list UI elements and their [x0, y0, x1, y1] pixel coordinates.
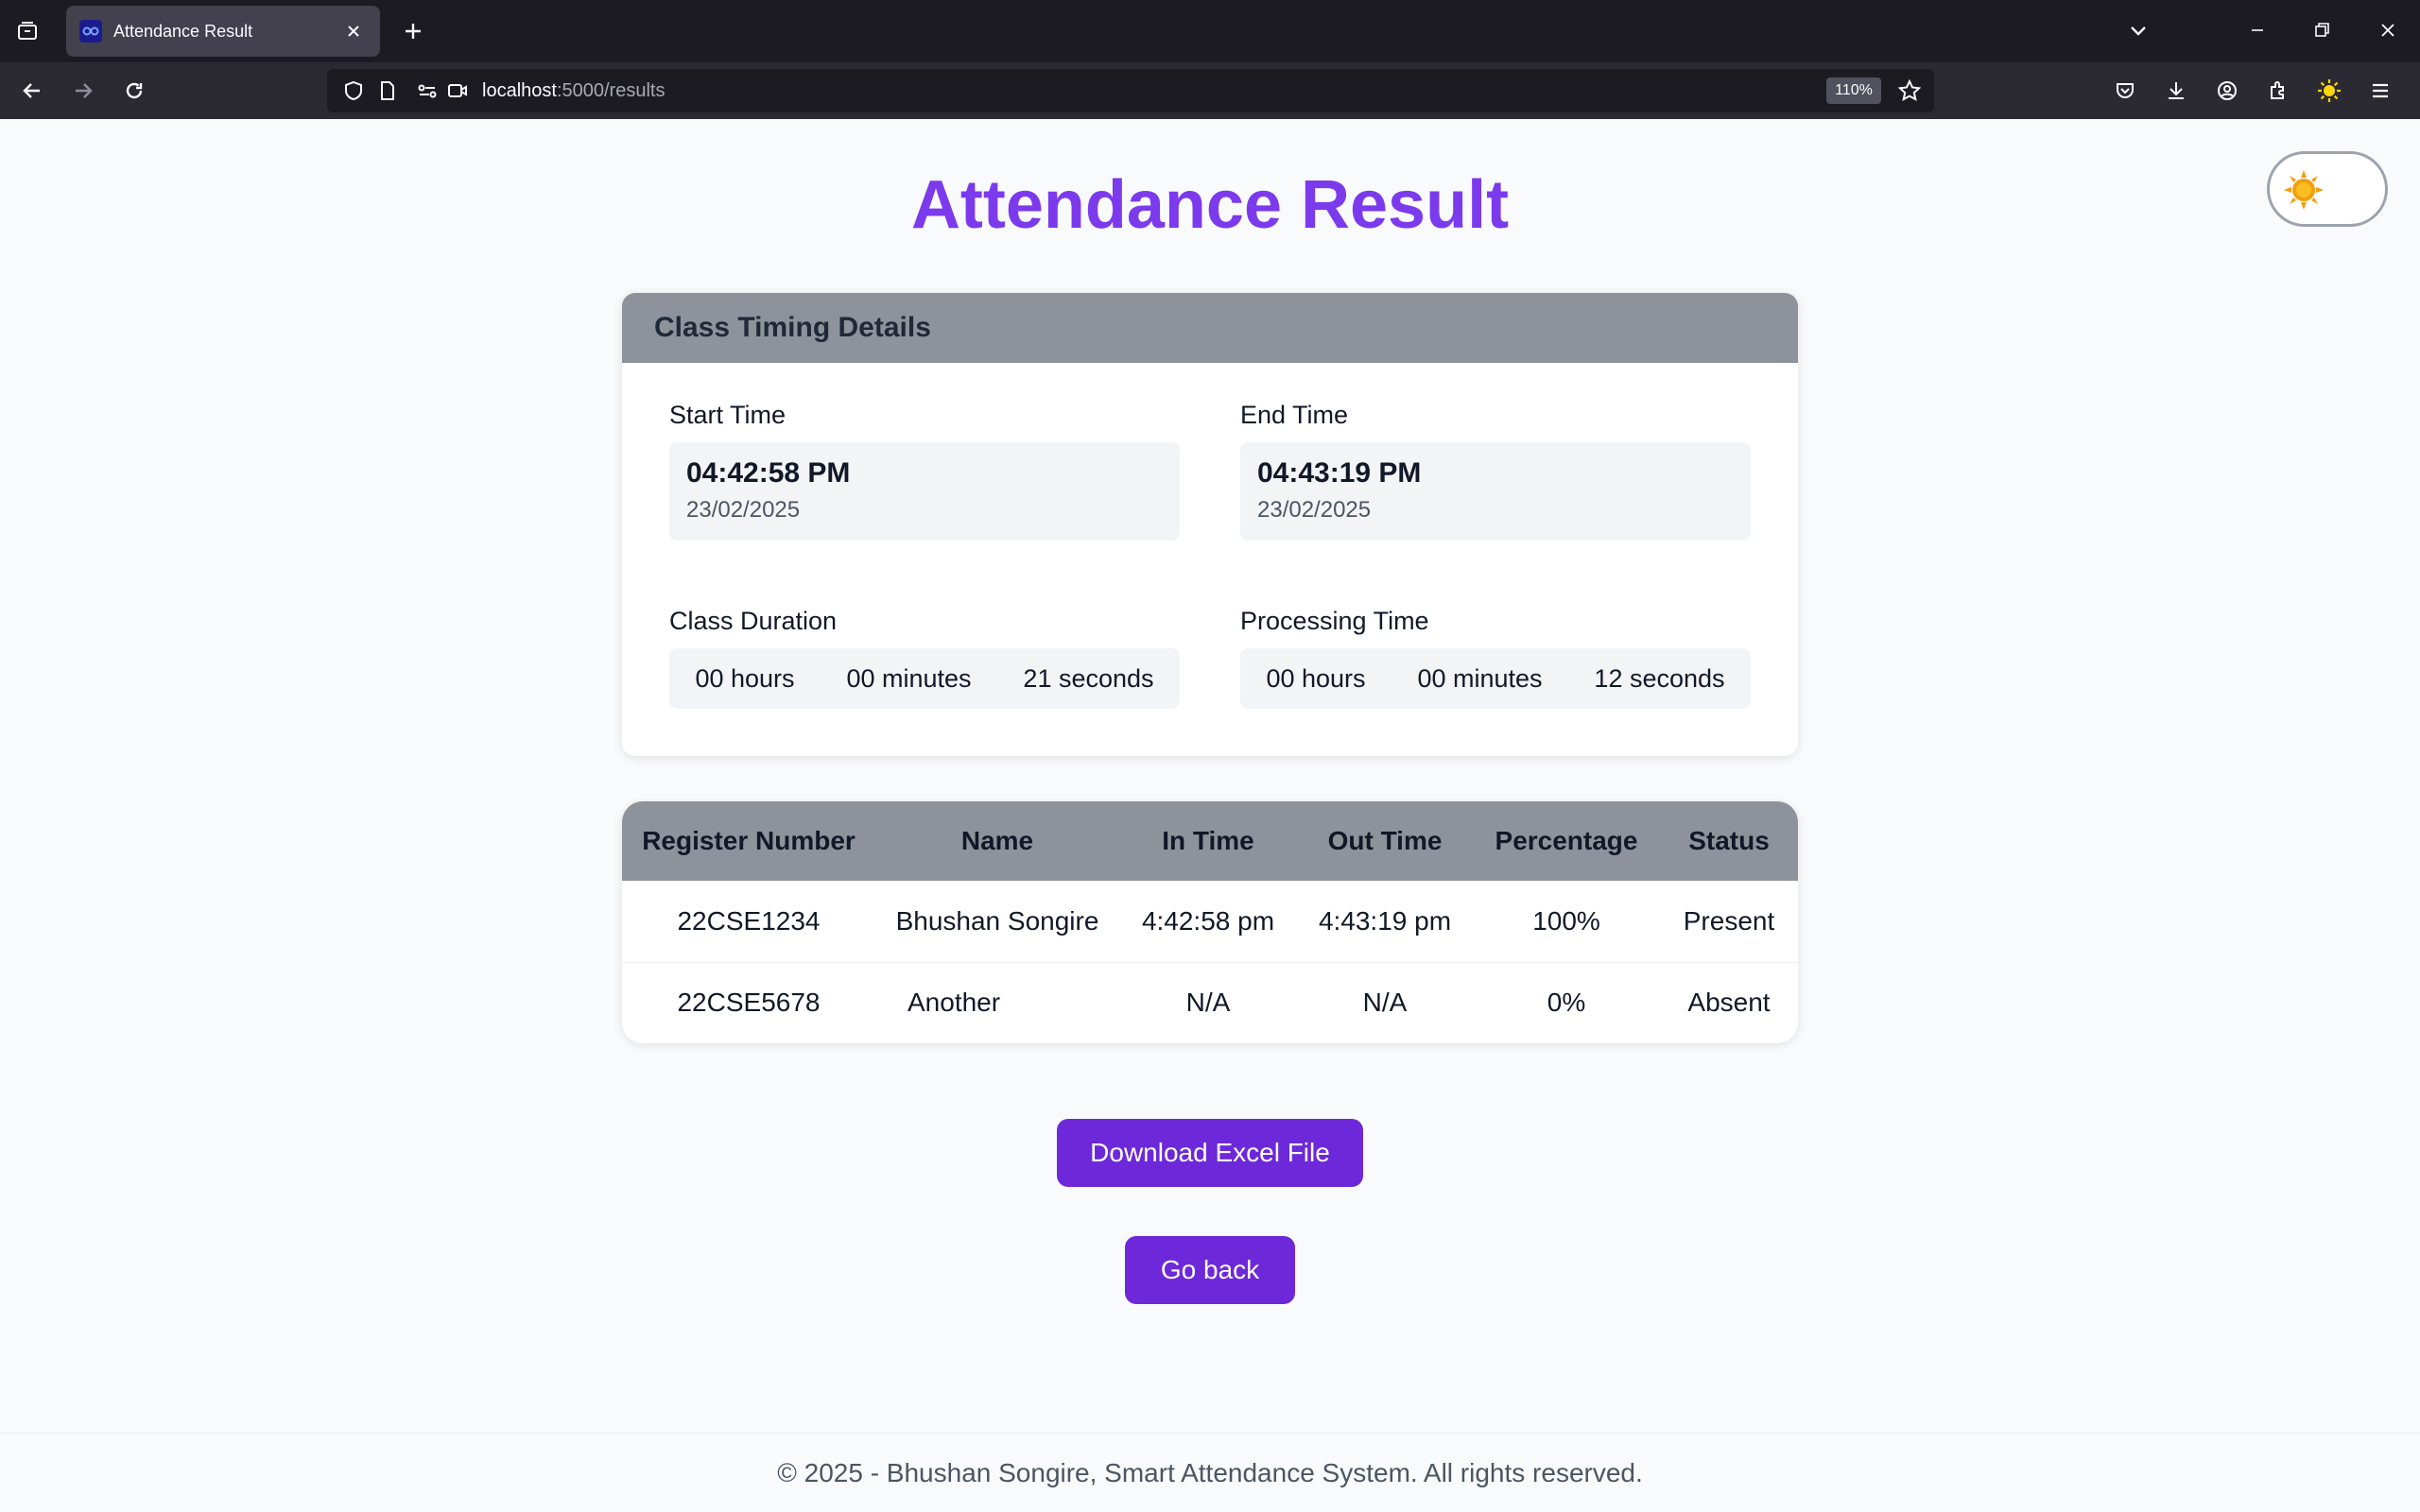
- class-timing-card: Class Timing Details Start Time 04:42:58…: [622, 293, 1798, 756]
- browser-tab-bar: Attendance Result: [0, 0, 2420, 62]
- bookmark-star-icon[interactable]: [1896, 77, 1923, 104]
- end-time-value: 04:43:19 PM: [1257, 457, 1422, 489]
- cell-name: Another: [908, 988, 1001, 1018]
- cell-percentage: 0%: [1547, 988, 1586, 1018]
- extensions-icon[interactable]: [2261, 74, 2295, 108]
- col-in-time: In Time: [1162, 826, 1254, 855]
- start-date-value: 23/02/2025: [686, 497, 801, 523]
- permissions-icon[interactable]: [414, 77, 441, 104]
- camera-icon[interactable]: [444, 77, 471, 104]
- cell-out-time: 4:43:19 pm: [1318, 905, 1452, 936]
- theme-extension-sun-icon[interactable]: [2312, 74, 2346, 108]
- tab-overflow-chevron-icon[interactable]: [2119, 13, 2157, 47]
- forward-arrow-icon[interactable]: [66, 74, 100, 108]
- duration-minutes: 00 minutes: [846, 663, 972, 693]
- cell-register-number: 22CSE5678: [677, 988, 821, 1018]
- browser-tab[interactable]: Attendance Result: [66, 6, 380, 57]
- table-row: 22CSE5678 Another N/A N/A 0% Absent: [622, 962, 1798, 1043]
- cell-percentage: 100%: [1532, 905, 1600, 936]
- pocket-icon[interactable]: [2108, 74, 2142, 108]
- tab-favicon-icon: [79, 20, 102, 43]
- new-tab-icon[interactable]: [397, 15, 429, 47]
- go-back-button[interactable]: Go back: [1125, 1236, 1295, 1304]
- processing-time-label: Processing Time: [1240, 607, 1429, 635]
- col-register-number: Register Number: [642, 826, 856, 855]
- col-status: Status: [1688, 826, 1770, 855]
- duration-seconds: 21 seconds: [1023, 663, 1154, 693]
- processing-hours: 00 hours: [1266, 663, 1366, 693]
- cell-out-time: N/A: [1362, 988, 1408, 1018]
- start-time-value: 04:42:58 PM: [686, 457, 851, 489]
- end-date-value: 23/02/2025: [1257, 497, 1372, 523]
- zoom-level-badge[interactable]: 110%: [1826, 77, 1881, 104]
- end-time-label: End Time: [1240, 401, 1349, 429]
- class-duration-label: Class Duration: [669, 607, 838, 635]
- back-arrow-icon[interactable]: [15, 74, 49, 108]
- minimize-icon[interactable]: [2238, 13, 2276, 47]
- cell-in-time: N/A: [1185, 988, 1231, 1018]
- url-text[interactable]: localhost:5000/results: [482, 80, 665, 102]
- card-header: Class Timing Details: [622, 293, 1798, 363]
- address-bar[interactable]: localhost:5000/results 110%: [327, 69, 1934, 112]
- cell-register-number: 22CSE1234: [677, 905, 821, 936]
- start-time-label: Start Time: [669, 401, 786, 429]
- page-content: Attendance Result Class Timing Details S…: [0, 119, 2420, 1512]
- col-percentage: Percentage: [1495, 826, 1638, 855]
- reload-icon[interactable]: [117, 74, 151, 108]
- download-excel-button[interactable]: Download Excel File: [1057, 1119, 1363, 1187]
- tab-list-icon[interactable]: [11, 15, 43, 47]
- cell-status: Present: [1683, 905, 1775, 936]
- footer: © 2025 - Bhushan Songire, Smart Attendan…: [0, 1433, 2420, 1512]
- restore-icon[interactable]: [2303, 13, 2341, 47]
- shield-icon[interactable]: [340, 77, 367, 104]
- col-out-time: Out Time: [1327, 826, 1443, 855]
- processing-time-box: 00 hours 00 minutes 12 seconds: [1240, 648, 1751, 709]
- cell-status: Absent: [1687, 988, 1771, 1018]
- url-path: :5000/results: [556, 80, 666, 101]
- processing-minutes: 00 minutes: [1417, 663, 1543, 693]
- downloads-icon[interactable]: [2159, 74, 2193, 108]
- browser-toolbar: localhost:5000/results 110%: [0, 62, 2420, 119]
- attendance-table-card: Register Number Name In Time Out Time Pe…: [622, 801, 1798, 1043]
- end-time-box: 04:43:19 PM 23/02/2025: [1240, 442, 1751, 541]
- close-window-icon[interactable]: [2369, 13, 2407, 47]
- page-title: Attendance Result: [910, 167, 1510, 243]
- page-info-icon[interactable]: [374, 77, 401, 104]
- class-duration-box: 00 hours 00 minutes 21 seconds: [669, 648, 1180, 709]
- tab-close-icon[interactable]: [340, 18, 367, 44]
- processing-seconds: 12 seconds: [1594, 663, 1725, 693]
- table-header-row: Register Number Name In Time Out Time Pe…: [622, 801, 1798, 881]
- cell-name: Bhushan Songire: [895, 905, 1099, 936]
- attendance-table: Register Number Name In Time Out Time Pe…: [622, 801, 1798, 1043]
- duration-hours: 00 hours: [695, 663, 795, 693]
- url-host: localhost: [482, 80, 557, 101]
- col-name: Name: [960, 826, 1034, 855]
- tab-title: Attendance Result: [113, 21, 253, 41]
- account-icon[interactable]: [2210, 74, 2244, 108]
- cell-in-time: 4:42:58 pm: [1141, 905, 1275, 936]
- table-row: 22CSE1234 Bhushan Songire 4:42:58 pm 4:4…: [622, 881, 1798, 962]
- start-time-box: 04:42:58 PM 23/02/2025: [669, 442, 1180, 541]
- menu-hamburger-icon[interactable]: [2363, 74, 2397, 108]
